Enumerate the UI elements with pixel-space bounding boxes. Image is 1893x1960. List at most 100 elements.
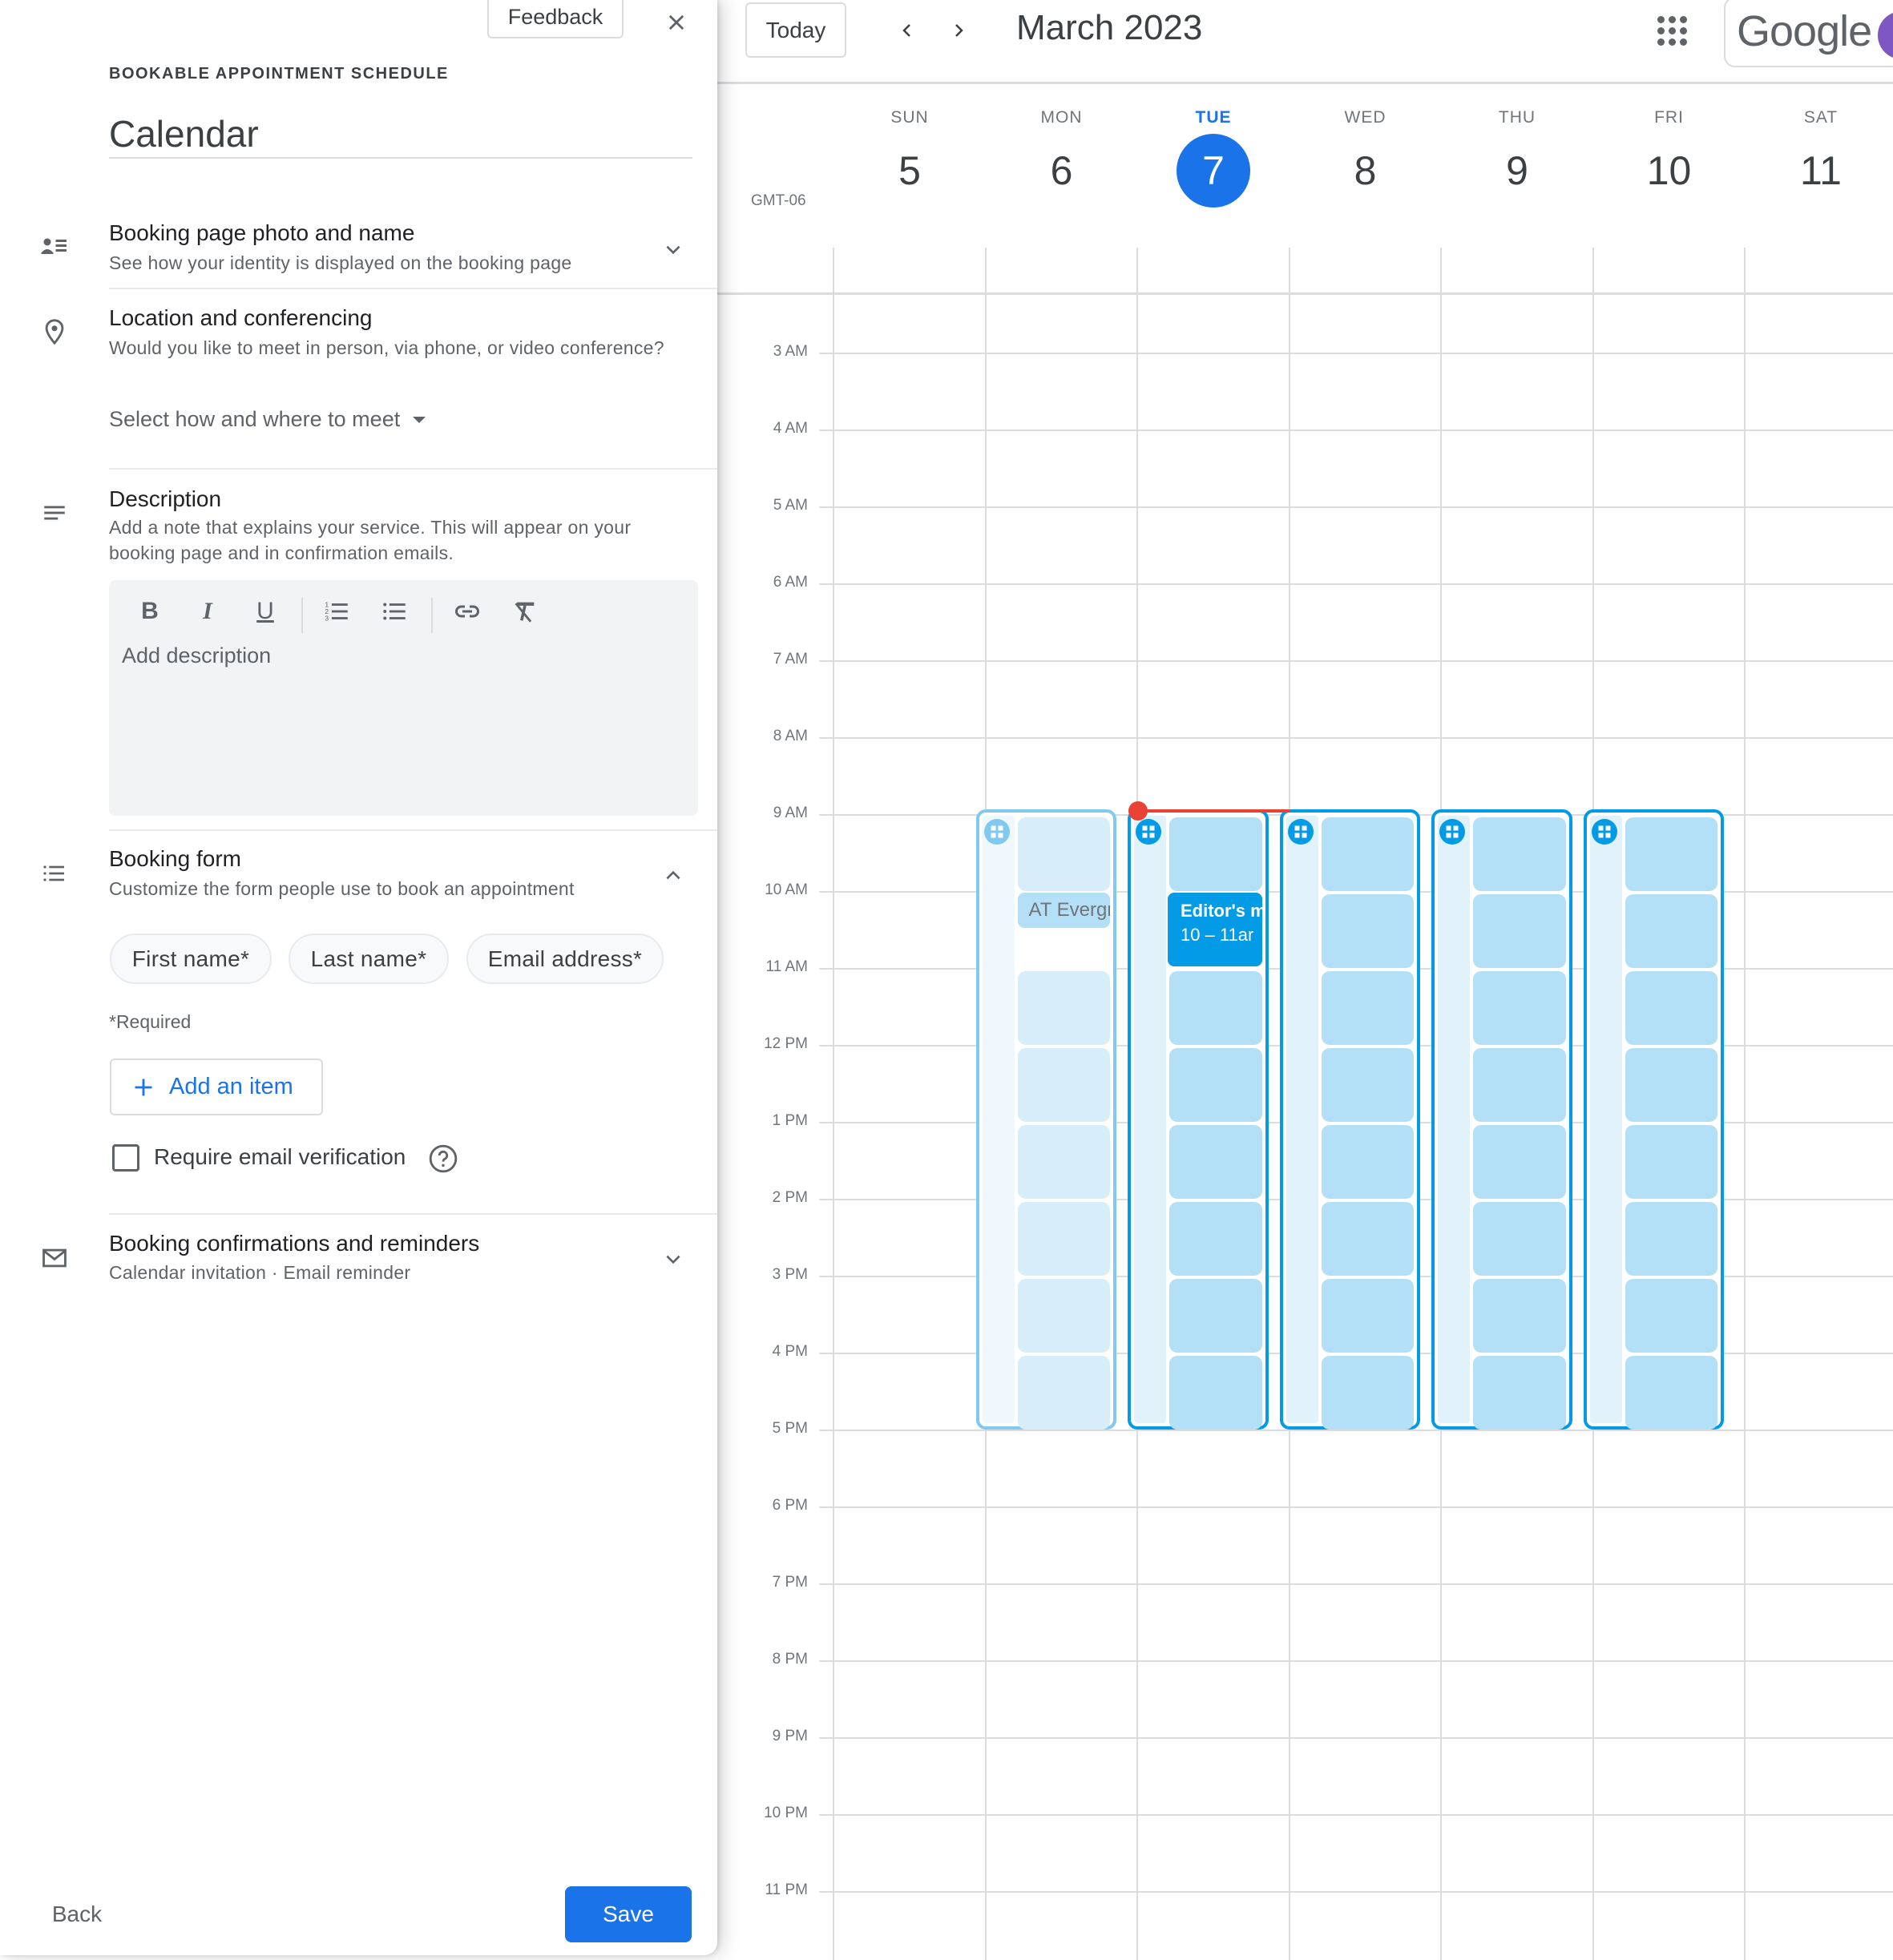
day-number[interactable]: 10	[1633, 134, 1706, 208]
collapse-booking-form-button[interactable]	[657, 859, 689, 891]
bookable-slot[interactable]	[1017, 1125, 1110, 1199]
bookable-slot[interactable]	[1321, 1048, 1414, 1122]
appointment-schedule-block-fri[interactable]	[1583, 809, 1724, 1430]
today-button[interactable]: Today	[745, 2, 846, 58]
panel-eyebrow: BOOKABLE APPOINTMENT SCHEDULE	[109, 65, 449, 83]
day-header-tue[interactable]: TUE 7	[1137, 108, 1290, 208]
booking-page-heading[interactable]: Booking page photo and name	[109, 220, 414, 246]
bookable-slot[interactable]	[1169, 971, 1262, 1045]
bookable-slot[interactable]	[1169, 1125, 1262, 1199]
bold-button[interactable]: B	[131, 593, 168, 630]
insert-link-button[interactable]	[449, 593, 486, 630]
bookable-slot[interactable]	[1321, 1202, 1414, 1276]
bookable-slot[interactable]	[1473, 1202, 1566, 1276]
bulleted-list-button[interactable]	[377, 593, 414, 630]
appointment-schedule-block-mon[interactable]: AT Evergr	[975, 809, 1116, 1430]
day-header-wed[interactable]: WED 8	[1290, 108, 1442, 208]
bookable-slot[interactable]	[1473, 1279, 1566, 1353]
bookable-slot[interactable]	[1625, 1279, 1717, 1353]
underline-button[interactable]: U	[247, 593, 284, 630]
bookable-slot[interactable]	[1017, 817, 1110, 891]
day-number[interactable]: 11	[1784, 134, 1858, 208]
booking-form-heading[interactable]: Booking form	[109, 846, 241, 872]
bookable-slot[interactable]	[1321, 894, 1414, 968]
bookable-slot[interactable]	[1625, 1048, 1717, 1122]
appointment-schedule-block-thu[interactable]	[1431, 809, 1572, 1430]
bookable-slot[interactable]	[1017, 971, 1110, 1045]
bookable-slot[interactable]	[1169, 1279, 1262, 1353]
bookable-slot[interactable]	[1473, 1356, 1566, 1430]
bookable-slot[interactable]	[1625, 894, 1717, 968]
bookable-slot[interactable]	[1321, 1125, 1414, 1199]
person-list-icon	[40, 232, 69, 261]
schedule-strip	[1438, 816, 1470, 1423]
day-number[interactable]: 9	[1480, 134, 1554, 208]
bookable-slot[interactable]	[1321, 817, 1414, 891]
require-email-verification-checkbox[interactable]	[112, 1144, 139, 1172]
bookable-slot[interactable]	[1169, 1202, 1262, 1276]
bookable-slot[interactable]	[1625, 1356, 1717, 1430]
bookable-slot[interactable]	[1321, 1279, 1414, 1353]
help-icon[interactable]	[428, 1143, 458, 1174]
bookable-slot[interactable]	[1625, 1202, 1717, 1276]
numbered-list-button[interactable]: 123	[319, 593, 356, 630]
italic-button[interactable]: I	[189, 593, 226, 630]
account-switcher[interactable]: Google	[1724, 0, 1893, 67]
day-name: SUN	[890, 108, 929, 127]
timezone-label: GMT-06	[751, 192, 806, 209]
bookable-slot[interactable]	[1017, 1356, 1110, 1430]
previous-week-button[interactable]	[888, 11, 926, 50]
next-week-button[interactable]	[939, 11, 978, 50]
bookable-slot[interactable]	[1169, 817, 1262, 891]
bookable-slot[interactable]	[1473, 817, 1566, 891]
hour-label: 1 PM	[772, 1112, 808, 1129]
day-number[interactable]: 7	[1177, 134, 1250, 208]
form-field-chip-last-name[interactable]: Last name*	[289, 934, 449, 984]
day-number[interactable]: 8	[1329, 134, 1403, 208]
close-button[interactable]	[659, 5, 694, 40]
expand-confirmations-button[interactable]	[657, 1244, 689, 1276]
appointment-schedule-block-wed[interactable]	[1279, 809, 1420, 1430]
bookable-slot[interactable]	[1625, 817, 1717, 891]
bookable-slot[interactable]	[1473, 894, 1566, 968]
hour-gridline	[819, 430, 1893, 431]
bookable-slot[interactable]	[1017, 1048, 1110, 1122]
bookable-slot[interactable]	[1321, 971, 1414, 1045]
day-header-sun[interactable]: SUN 5	[833, 108, 986, 208]
require-email-verification-label[interactable]: Require email verification	[154, 1144, 406, 1170]
form-field-chip-email[interactable]: Email address*	[466, 934, 664, 984]
clear-formatting-button[interactable]	[507, 593, 543, 630]
bookable-slot[interactable]	[1625, 1125, 1717, 1199]
bookable-slot[interactable]	[1473, 1125, 1566, 1199]
add-item-button[interactable]: Add an item	[110, 1059, 323, 1115]
back-button[interactable]: Back	[32, 1894, 122, 1934]
bookable-slot[interactable]	[1017, 1279, 1110, 1353]
day-number[interactable]: 5	[873, 134, 946, 208]
confirmations-heading[interactable]: Booking confirmations and reminders	[109, 1231, 479, 1256]
schedule-title-input[interactable]	[109, 111, 692, 159]
bookable-slot[interactable]	[1625, 971, 1717, 1045]
save-button[interactable]: Save	[565, 1886, 692, 1942]
day-header-mon[interactable]: MON 6	[986, 108, 1138, 208]
bookable-slot[interactable]	[1321, 1356, 1414, 1430]
meeting-location-select[interactable]: Select how and where to meet	[109, 407, 426, 432]
avatar[interactable]	[1878, 11, 1893, 59]
bookable-slot[interactable]	[1017, 1202, 1110, 1276]
calendar-event[interactable]: AT Evergr	[1017, 893, 1111, 928]
description-editor[interactable]: B I U 123 Add description	[109, 580, 698, 816]
bookable-slot[interactable]	[1169, 1048, 1262, 1122]
day-number[interactable]: 6	[1025, 134, 1099, 208]
bookable-slot[interactable]	[1169, 1356, 1262, 1430]
apps-grid-icon[interactable]	[1653, 11, 1691, 50]
day-header-sat[interactable]: SAT 11	[1745, 108, 1893, 208]
bookable-slot[interactable]	[1473, 1048, 1566, 1122]
calendar-event[interactable]: Editor's m 10 – 11ar	[1168, 893, 1262, 966]
bookable-slot[interactable]	[1473, 971, 1566, 1045]
day-header-thu[interactable]: THU 9	[1441, 108, 1593, 208]
form-field-chip-first-name[interactable]: First name*	[110, 934, 272, 984]
expand-booking-page-button[interactable]	[657, 234, 689, 266]
feedback-button[interactable]: Feedback	[487, 0, 624, 38]
day-header-fri[interactable]: FRI 10	[1593, 108, 1746, 208]
appointment-schedule-block-tue[interactable]: Editor's m 10 – 11ar	[1128, 809, 1269, 1430]
event-title: AT Evergr	[1028, 899, 1111, 921]
